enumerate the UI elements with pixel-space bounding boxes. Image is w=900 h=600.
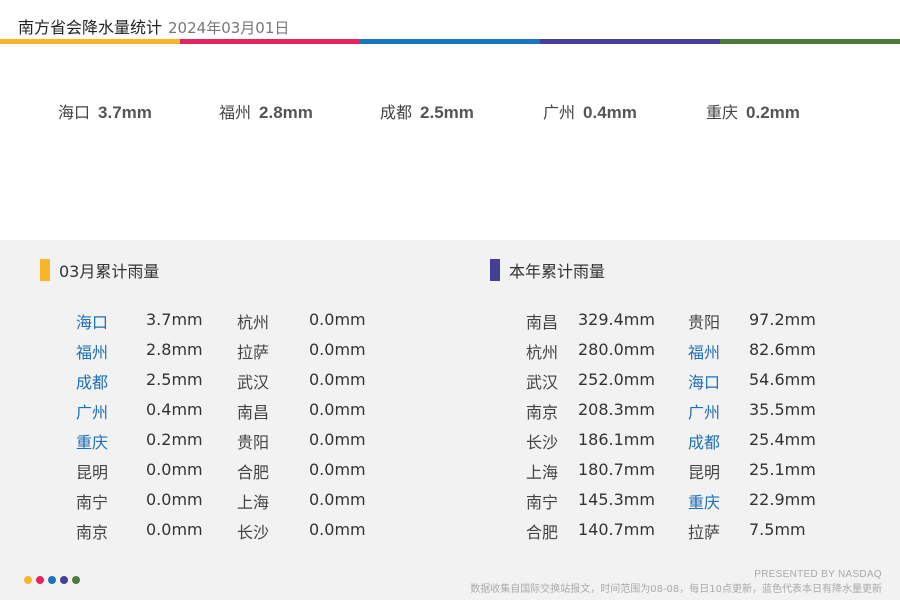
monthly-right-city: 拉萨 — [237, 343, 270, 362]
monthly-left-city: 福州 — [76, 343, 109, 362]
yearly-right-city: 广州 — [688, 403, 721, 422]
today-item: 重庆 0.2mm — [706, 99, 800, 123]
today-value: 0.2mm — [746, 103, 800, 122]
monthly-section-header: 03月累计雨量 — [40, 258, 159, 282]
yearly-left-city: 南昌 — [526, 313, 559, 332]
monthly-left-value: 2.8mm — [146, 340, 203, 359]
yearly-left-city: 南京 — [526, 403, 559, 422]
monthly-left-city: 昆明 — [76, 463, 109, 482]
footer-dot — [48, 576, 56, 584]
monthly-right-value: 0.0mm — [309, 310, 366, 329]
yearly-marker — [490, 259, 500, 281]
monthly-marker — [40, 259, 50, 281]
monthly-left-city: 成都 — [76, 373, 109, 392]
monthly-right-city: 武汉 — [237, 373, 270, 392]
monthly-left-city: 南宁 — [76, 493, 109, 512]
today-city: 福州 — [219, 103, 252, 122]
monthly-left-value: 0.0mm — [146, 460, 203, 479]
yearly-right-value: 25.1mm — [749, 460, 816, 479]
yearly-left-city: 武汉 — [526, 373, 559, 392]
yearly-right-city: 重庆 — [688, 493, 721, 512]
monthly-right-city: 合肥 — [237, 463, 270, 482]
yearly-left-value: 208.3mm — [578, 400, 655, 419]
today-city: 广州 — [543, 103, 576, 122]
today-city: 海口 — [58, 103, 91, 122]
today-rainfall: 海口 3.7mm 福州 2.8mm 成都 2.5mm 广州 0.4mm 重庆 0.2mm — [0, 44, 900, 240]
yearly-right-value: 7.5mm — [749, 520, 806, 539]
footer-note: 数据收集自国际交换站报文，时间范围为08-08，每日10点更新，蓝色代表本日有降… — [470, 584, 882, 595]
yearly-right-value: 97.2mm — [749, 310, 816, 329]
yearly-right-city: 福州 — [688, 343, 721, 362]
today-city: 成都 — [380, 103, 413, 122]
stats-panel — [0, 240, 900, 600]
footer-dot — [36, 576, 44, 584]
yearly-left-value: 180.7mm — [578, 460, 655, 479]
yearly-right-value: 25.4mm — [749, 430, 816, 449]
monthly-left-city: 南京 — [76, 523, 109, 542]
today-value: 0.4mm — [583, 103, 637, 122]
yearly-right-city: 海口 — [688, 373, 721, 392]
monthly-right-city: 长沙 — [237, 523, 270, 542]
monthly-left-value: 0.0mm — [146, 520, 203, 539]
monthly-right-value: 0.0mm — [309, 400, 366, 419]
monthly-right-value: 0.0mm — [309, 340, 366, 359]
yearly-left-city: 上海 — [526, 463, 559, 482]
today-item: 广州 0.4mm — [543, 99, 637, 123]
monthly-right-city: 贵阳 — [237, 433, 270, 452]
today-value: 2.5mm — [420, 103, 474, 122]
title-text: 南方省会降水量统计 — [18, 18, 163, 37]
footer-dots — [24, 576, 84, 584]
monthly-left-value: 3.7mm — [146, 310, 203, 329]
yearly-left-city: 杭州 — [526, 343, 559, 362]
yearly-right-city: 成都 — [688, 433, 721, 452]
yearly-right-value: 35.5mm — [749, 400, 816, 419]
monthly-right-city: 杭州 — [237, 313, 270, 332]
yearly-left-value: 280.0mm — [578, 340, 655, 359]
footer-dot — [72, 576, 80, 584]
yearly-left-value: 140.7mm — [578, 520, 655, 539]
yearly-left-value: 145.3mm — [578, 490, 655, 509]
monthly-right-city: 南昌 — [237, 403, 270, 422]
yearly-right-city: 贵阳 — [688, 313, 721, 332]
today-item: 成都 2.5mm — [380, 99, 474, 123]
header: 南方省会降水量统计 2024年03月01日 — [0, 0, 900, 40]
monthly-left-city: 海口 — [76, 313, 109, 332]
footer-dot — [24, 576, 32, 584]
yearly-left-city: 南宁 — [526, 493, 559, 512]
title-date: 2024年03月01日 — [168, 19, 290, 37]
monthly-right-value: 0.0mm — [309, 370, 366, 389]
monthly-right-value: 0.0mm — [309, 520, 366, 539]
monthly-left-value: 2.5mm — [146, 370, 203, 389]
monthly-left-value: 0.0mm — [146, 490, 203, 509]
footer-dot — [60, 576, 68, 584]
monthly-left-value: 0.2mm — [146, 430, 203, 449]
yearly-left-value: 252.0mm — [578, 370, 655, 389]
yearly-right-value: 82.6mm — [749, 340, 816, 359]
today-city: 重庆 — [706, 103, 739, 122]
yearly-right-value: 22.9mm — [749, 490, 816, 509]
yearly-left-value: 186.1mm — [578, 430, 655, 449]
today-value: 3.7mm — [98, 103, 152, 122]
yearly-left-city: 长沙 — [526, 433, 559, 452]
monthly-right-value: 0.0mm — [309, 430, 366, 449]
yearly-right-value: 54.6mm — [749, 370, 816, 389]
monthly-right-value: 0.0mm — [309, 490, 366, 509]
monthly-left-value: 0.4mm — [146, 400, 203, 419]
today-item: 福州 2.8mm — [219, 99, 313, 123]
yearly-title: 本年累计雨量 — [509, 262, 606, 281]
presented-by: PRESENTED BY NASDAQ — [754, 569, 882, 580]
monthly-right-city: 上海 — [237, 493, 270, 512]
today-value: 2.8mm — [259, 103, 313, 122]
yearly-right-city: 昆明 — [688, 463, 721, 482]
yearly-left-value: 329.4mm — [578, 310, 655, 329]
page-title: 南方省会降水量统计 2024年03月01日 — [18, 14, 289, 38]
today-item: 海口 3.7mm — [58, 99, 152, 123]
monthly-right-value: 0.0mm — [309, 460, 366, 479]
yearly-section-header: 本年累计雨量 — [490, 258, 605, 282]
monthly-title: 03月累计雨量 — [59, 262, 160, 281]
yearly-left-city: 合肥 — [526, 523, 559, 542]
yearly-right-city: 拉萨 — [688, 523, 721, 542]
monthly-left-city: 广州 — [76, 403, 109, 422]
monthly-left-city: 重庆 — [76, 433, 109, 452]
